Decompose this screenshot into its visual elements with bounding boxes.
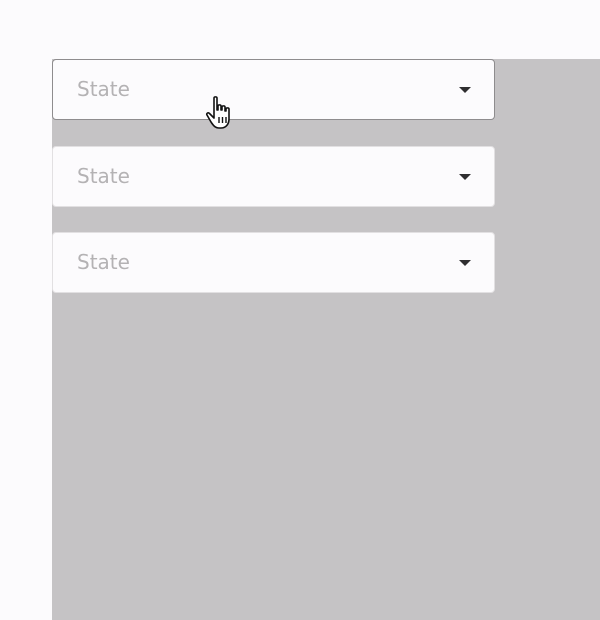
state-select-placeholder: State xyxy=(77,77,130,101)
backdrop-overlay xyxy=(52,59,600,620)
state-select-placeholder: State xyxy=(77,250,130,274)
state-select-3[interactable]: State xyxy=(52,232,495,293)
state-select-1[interactable]: State xyxy=(52,59,495,120)
caret-down-icon xyxy=(459,260,471,266)
page: State State State xyxy=(0,0,600,620)
state-select-placeholder: State xyxy=(77,164,130,188)
state-select-2[interactable]: State xyxy=(52,146,495,207)
caret-down-icon xyxy=(459,174,471,180)
caret-down-icon xyxy=(459,87,471,93)
